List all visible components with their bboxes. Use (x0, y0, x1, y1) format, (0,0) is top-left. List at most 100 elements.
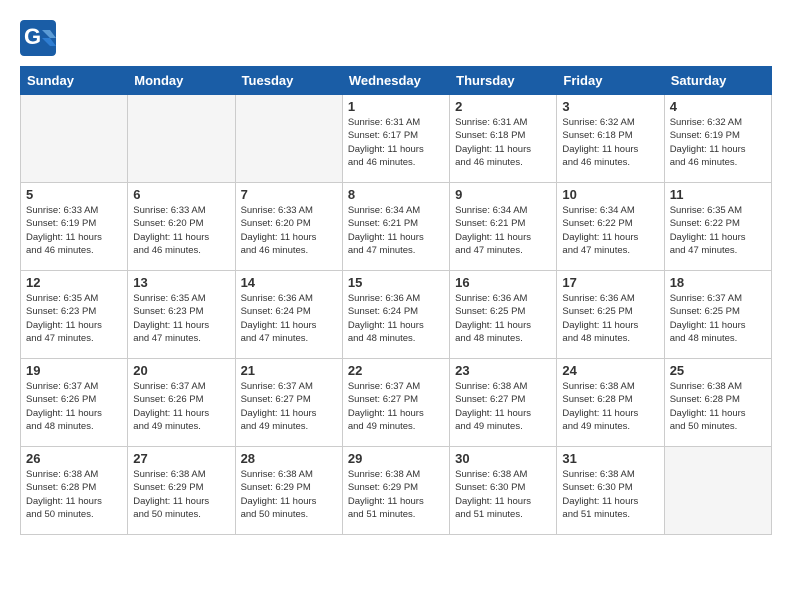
day-number: 26 (26, 451, 122, 466)
day-info: Sunrise: 6:32 AM Sunset: 6:18 PM Dayligh… (562, 116, 658, 169)
day-number: 27 (133, 451, 229, 466)
day-number: 20 (133, 363, 229, 378)
calendar-cell: 1Sunrise: 6:31 AM Sunset: 6:17 PM Daylig… (342, 95, 449, 183)
calendar-cell: 5Sunrise: 6:33 AM Sunset: 6:19 PM Daylig… (21, 183, 128, 271)
day-number: 17 (562, 275, 658, 290)
day-number: 30 (455, 451, 551, 466)
day-info: Sunrise: 6:33 AM Sunset: 6:20 PM Dayligh… (241, 204, 337, 257)
day-number: 21 (241, 363, 337, 378)
calendar-cell: 24 Sunrise: 6:38 AM Sunset: 6:28 PM Dayli… (557, 359, 664, 447)
calendar-cell: 12Sunrise: 6:35 AM Sunset: 6:23 PM Dayli… (21, 271, 128, 359)
calendar-cell: 25 Sunrise: 6:38 AM Sunset: 6:28 PM Dayli… (664, 359, 771, 447)
weekday-header-wednesday: Wednesday (342, 67, 449, 95)
calendar-cell (235, 95, 342, 183)
day-info: Sunrise: 6:38 AM Sunset: 6:28 PM Dayligh… (670, 380, 766, 433)
weekday-header-thursday: Thursday (450, 67, 557, 95)
logo-icon: G (20, 20, 56, 56)
day-info: Sunrise: 6:37 AM Sunset: 6:26 PM Dayligh… (133, 380, 229, 433)
calendar-cell: 8Sunrise: 6:34 AM Sunset: 6:21 PM Daylig… (342, 183, 449, 271)
day-info: Sunrise: 6:36 AM Sunset: 6:25 PM Dayligh… (455, 292, 551, 345)
logo: G (20, 20, 60, 56)
page: G SundayMondayTuesdayWednesdayThursdayFr… (0, 0, 792, 545)
day-info: Sunrise: 6:34 AM Sunset: 6:22 PM Dayligh… (562, 204, 658, 257)
day-info: Sunrise: 6:32 AM Sunset: 6:19 PM Dayligh… (670, 116, 766, 169)
day-number: 10 (562, 187, 658, 202)
week-row-4: 26 Sunrise: 6:38 AM Sunset: 6:28 PM Dayli… (21, 447, 772, 535)
week-row-0: 1Sunrise: 6:31 AM Sunset: 6:17 PM Daylig… (21, 95, 772, 183)
day-info: Sunrise: 6:37 AM Sunset: 6:26 PM Dayligh… (26, 380, 122, 433)
calendar-cell: 13 Sunrise: 6:35 AM Sunset: 6:23 PM Dayli… (128, 271, 235, 359)
day-number: 2 (455, 99, 551, 114)
day-info: Sunrise: 6:37 AM Sunset: 6:25 PM Dayligh… (670, 292, 766, 345)
week-row-3: 19 Sunrise: 6:37 AM Sunset: 6:26 PM Dayli… (21, 359, 772, 447)
weekday-header-saturday: Saturday (664, 67, 771, 95)
calendar-cell: 16 Sunrise: 6:36 AM Sunset: 6:25 PM Dayli… (450, 271, 557, 359)
calendar-cell: 3 Sunrise: 6:32 AM Sunset: 6:18 PM Daylig… (557, 95, 664, 183)
calendar-cell (128, 95, 235, 183)
day-info: Sunrise: 6:35 AM Sunset: 6:22 PM Dayligh… (670, 204, 766, 257)
day-info: Sunrise: 6:35 AM Sunset: 6:23 PM Dayligh… (26, 292, 122, 345)
weekday-header-monday: Monday (128, 67, 235, 95)
calendar-cell: 28 Sunrise: 6:38 AM Sunset: 6:29 PM Dayli… (235, 447, 342, 535)
svg-text:G: G (24, 24, 41, 49)
calendar-cell: 19 Sunrise: 6:37 AM Sunset: 6:26 PM Dayli… (21, 359, 128, 447)
calendar-cell (21, 95, 128, 183)
day-info: Sunrise: 6:34 AM Sunset: 6:21 PM Dayligh… (455, 204, 551, 257)
day-number: 14 (241, 275, 337, 290)
week-row-2: 12Sunrise: 6:35 AM Sunset: 6:23 PM Dayli… (21, 271, 772, 359)
calendar-cell: 15Sunrise: 6:36 AM Sunset: 6:24 PM Dayli… (342, 271, 449, 359)
weekday-header-friday: Friday (557, 67, 664, 95)
calendar-cell: 4Sunrise: 6:32 AM Sunset: 6:19 PM Daylig… (664, 95, 771, 183)
day-info: Sunrise: 6:35 AM Sunset: 6:23 PM Dayligh… (133, 292, 229, 345)
weekday-header-tuesday: Tuesday (235, 67, 342, 95)
day-info: Sunrise: 6:37 AM Sunset: 6:27 PM Dayligh… (348, 380, 444, 433)
day-number: 13 (133, 275, 229, 290)
calendar-cell: 10 Sunrise: 6:34 AM Sunset: 6:22 PM Dayli… (557, 183, 664, 271)
day-number: 9 (455, 187, 551, 202)
calendar-cell: 11 Sunrise: 6:35 AM Sunset: 6:22 PM Dayli… (664, 183, 771, 271)
day-number: 7 (241, 187, 337, 202)
calendar-cell: 20 Sunrise: 6:37 AM Sunset: 6:26 PM Dayli… (128, 359, 235, 447)
day-info: Sunrise: 6:38 AM Sunset: 6:28 PM Dayligh… (26, 468, 122, 521)
day-info: Sunrise: 6:31 AM Sunset: 6:18 PM Dayligh… (455, 116, 551, 169)
calendar-cell: 27 Sunrise: 6:38 AM Sunset: 6:29 PM Dayli… (128, 447, 235, 535)
calendar-cell: 14 Sunrise: 6:36 AM Sunset: 6:24 PM Dayli… (235, 271, 342, 359)
calendar-cell: 22 Sunrise: 6:37 AM Sunset: 6:27 PM Dayli… (342, 359, 449, 447)
day-info: Sunrise: 6:34 AM Sunset: 6:21 PM Dayligh… (348, 204, 444, 257)
day-number: 28 (241, 451, 337, 466)
week-row-1: 5Sunrise: 6:33 AM Sunset: 6:19 PM Daylig… (21, 183, 772, 271)
calendar-cell: 6 Sunrise: 6:33 AM Sunset: 6:20 PM Daylig… (128, 183, 235, 271)
day-info: Sunrise: 6:36 AM Sunset: 6:25 PM Dayligh… (562, 292, 658, 345)
day-number: 5 (26, 187, 122, 202)
day-number: 23 (455, 363, 551, 378)
day-info: Sunrise: 6:38 AM Sunset: 6:30 PM Dayligh… (455, 468, 551, 521)
day-info: Sunrise: 6:38 AM Sunset: 6:29 PM Dayligh… (241, 468, 337, 521)
day-number: 18 (670, 275, 766, 290)
day-info: Sunrise: 6:38 AM Sunset: 6:29 PM Dayligh… (133, 468, 229, 521)
header: G (20, 20, 772, 56)
weekday-header-row: SundayMondayTuesdayWednesdayThursdayFrid… (21, 67, 772, 95)
day-number: 16 (455, 275, 551, 290)
day-number: 6 (133, 187, 229, 202)
day-number: 29 (348, 451, 444, 466)
day-info: Sunrise: 6:31 AM Sunset: 6:17 PM Dayligh… (348, 116, 444, 169)
day-info: Sunrise: 6:38 AM Sunset: 6:29 PM Dayligh… (348, 468, 444, 521)
day-number: 22 (348, 363, 444, 378)
calendar-cell: 21Sunrise: 6:37 AM Sunset: 6:27 PM Dayli… (235, 359, 342, 447)
day-info: Sunrise: 6:38 AM Sunset: 6:28 PM Dayligh… (562, 380, 658, 433)
calendar-cell (664, 447, 771, 535)
day-number: 24 (562, 363, 658, 378)
day-number: 11 (670, 187, 766, 202)
weekday-header-sunday: Sunday (21, 67, 128, 95)
calendar-cell: 30 Sunrise: 6:38 AM Sunset: 6:30 PM Dayli… (450, 447, 557, 535)
day-info: Sunrise: 6:33 AM Sunset: 6:20 PM Dayligh… (133, 204, 229, 257)
calendar-cell: 18 Sunrise: 6:37 AM Sunset: 6:25 PM Dayli… (664, 271, 771, 359)
calendar-cell: 23 Sunrise: 6:38 AM Sunset: 6:27 PM Dayli… (450, 359, 557, 447)
calendar-cell: 7 Sunrise: 6:33 AM Sunset: 6:20 PM Daylig… (235, 183, 342, 271)
day-number: 19 (26, 363, 122, 378)
day-number: 25 (670, 363, 766, 378)
day-number: 3 (562, 99, 658, 114)
day-info: Sunrise: 6:36 AM Sunset: 6:24 PM Dayligh… (241, 292, 337, 345)
day-info: Sunrise: 6:38 AM Sunset: 6:27 PM Dayligh… (455, 380, 551, 433)
calendar-cell: 17 Sunrise: 6:36 AM Sunset: 6:25 PM Dayli… (557, 271, 664, 359)
